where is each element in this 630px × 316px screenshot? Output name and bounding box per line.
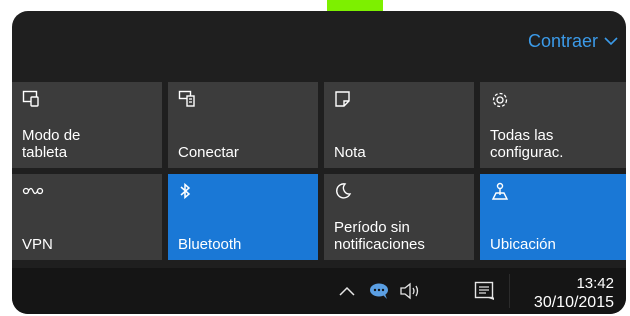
tile-all-settings[interactable]: Todas las configurac. xyxy=(480,82,626,168)
tablet-mode-icon xyxy=(22,90,42,110)
action-center-icon[interactable] xyxy=(472,278,498,304)
clock-time: 13:42 xyxy=(576,275,614,292)
tile-connect[interactable]: Conectar xyxy=(168,82,318,168)
taskbar-divider xyxy=(509,274,510,308)
tile-label: Todas las configurac. xyxy=(490,127,564,161)
tile-label: Bluetooth xyxy=(178,236,242,253)
tile-label: VPN xyxy=(22,236,53,253)
tile-vpn[interactable]: VPN xyxy=(12,174,162,260)
connect-icon xyxy=(178,90,198,110)
tile-label: Conectar xyxy=(178,144,239,161)
tile-location[interactable]: Ubicación xyxy=(480,174,626,260)
clock[interactable]: 13:42 30/10/2015 xyxy=(534,274,614,312)
moon-icon xyxy=(334,182,354,202)
vpn-icon xyxy=(22,182,44,202)
tile-label: Período sin notificaciones xyxy=(334,219,425,253)
chat-icon[interactable] xyxy=(366,278,392,304)
action-center-header: Contraer xyxy=(12,11,626,82)
location-icon xyxy=(490,182,510,202)
collapse-button[interactable]: Contraer xyxy=(528,31,618,52)
tile-note[interactable]: Nota xyxy=(324,82,474,168)
gear-icon xyxy=(490,90,510,110)
note-icon xyxy=(334,90,354,110)
collapse-label: Contraer xyxy=(527,31,598,51)
tile-label: Ubicación xyxy=(490,236,556,253)
volume-icon[interactable] xyxy=(398,278,424,304)
chevron-down-icon xyxy=(604,33,618,51)
taskbar: 13:42 30/10/2015 xyxy=(12,268,626,314)
action-center-panel: Contraer Modo de tableta Conectar Nota T… xyxy=(12,11,626,314)
tile-tablet-mode[interactable]: Modo de tableta xyxy=(12,82,162,168)
clock-date: 30/10/2015 xyxy=(533,294,614,311)
tile-label: Nota xyxy=(334,144,366,161)
tile-bluetooth[interactable]: Bluetooth xyxy=(168,174,318,260)
system-tray xyxy=(334,268,430,314)
chevron-up-icon[interactable] xyxy=(334,278,360,304)
tile-label: Modo de tableta xyxy=(22,127,81,161)
tile-quiet-hours[interactable]: Período sin notificaciones xyxy=(324,174,474,260)
bluetooth-icon xyxy=(178,182,198,202)
